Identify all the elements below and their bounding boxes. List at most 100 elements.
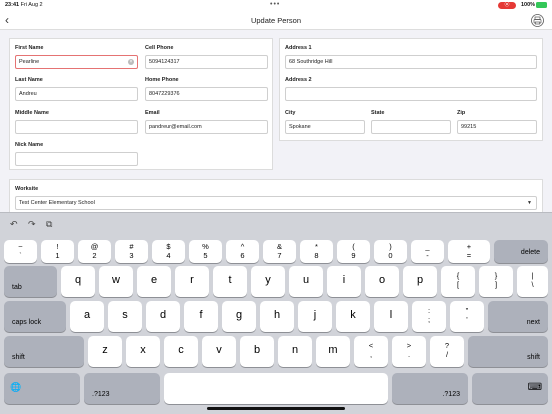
key-s[interactable]: s [108,301,142,332]
key-l[interactable]: l [374,301,408,332]
battery-percent: 100% [521,2,536,8]
last-name-value: Andreu [19,91,37,97]
key-1[interactable]: ! 1 [41,240,74,263]
state-field[interactable] [371,120,451,134]
dropdown-caret-icon: ▼ [527,200,532,206]
screen-record-indicator[interactable]: ⦿ [498,2,516,9]
key-y[interactable]: y [251,266,285,297]
key-b[interactable]: b [240,336,274,367]
key-less-than[interactable]: <, [354,336,388,367]
key-h[interactable]: h [260,301,294,332]
key-g[interactable]: g [222,301,256,332]
key-7[interactable]: & 7 [263,240,296,263]
key-m[interactable]: m [316,336,350,367]
clear-field-icon[interactable]: × [128,59,134,65]
redo-icon[interactable]: ↷ [28,219,36,230]
key-o[interactable]: o [365,266,399,297]
key-v[interactable]: v [202,336,236,367]
key-greater-than[interactable]: >. [392,336,426,367]
email-label: Email [145,110,160,116]
numbers-left-key[interactable]: .?123 [84,373,160,404]
key-r[interactable]: r [175,266,209,297]
key-z[interactable]: z [88,336,122,367]
key-minus[interactable]: _ - [411,240,444,263]
home-phone-field[interactable]: 8047229376 [145,87,268,101]
address-card: Address 1 68 Southridge Hill Address 2 C… [279,38,543,141]
key-pipe[interactable]: | \ [517,266,548,297]
zip-label: Zip [457,110,466,116]
print-icon[interactable] [531,14,544,27]
key-4[interactable]: $4 [152,240,185,263]
first-name-field[interactable]: Pearline × [15,55,138,69]
tab-key[interactable]: tab [4,266,57,297]
shift-right-key[interactable]: shift [468,336,548,367]
nick-name-field[interactable] [15,152,138,166]
key-d[interactable]: d [146,301,180,332]
key-colon[interactable]: :; [412,301,446,332]
key-8[interactable]: * 8 [300,240,333,263]
home-phone-label: Home Phone [145,77,179,83]
keyboard-shortcut-bar: ↶ ↷ ⧉ [0,212,552,236]
last-name-field[interactable]: Andreu [15,87,138,101]
key-tilde[interactable]: ~ ` [4,240,37,263]
middle-name-label: Middle Name [15,110,49,116]
key-a[interactable]: a [70,301,104,332]
key-6[interactable]: ^ 6 [226,240,259,263]
address1-label: Address 1 [285,45,312,51]
city-field[interactable]: Spokane [285,120,365,134]
middle-name-field[interactable] [15,120,138,134]
worksite-select[interactable]: Test Center Elementary School ▼ [15,196,537,210]
battery-icon [536,2,547,8]
email-field[interactable]: pandreur@email.com [145,120,268,134]
key-equals[interactable]: + = [448,240,490,263]
zip-field[interactable]: 99215 [457,120,537,134]
zip-value: 99215 [461,124,477,130]
numbers-right-key[interactable]: .?123 [392,373,468,404]
form-area: First Name Pearline × Cell Phone 5094124… [0,31,552,212]
caps-lock-key[interactable]: caps lock [4,301,66,332]
undo-icon[interactable]: ↶ [10,219,18,230]
key-x[interactable]: x [126,336,160,367]
next-key[interactable]: next [488,301,548,332]
key-9[interactable]: (9 [337,240,370,263]
key-2[interactable]: @2 [78,240,111,263]
key-j[interactable]: j [298,301,332,332]
multitask-dots[interactable]: ••• [270,1,280,8]
key-n[interactable]: n [278,336,312,367]
address2-field[interactable] [285,87,537,101]
address1-field[interactable]: 68 Southridge Hill [285,55,537,69]
cell-phone-field[interactable]: 5094124317 [145,55,268,69]
space-key[interactable] [164,373,388,404]
state-label: State [371,110,385,116]
worksite-label: Worksite [15,186,39,192]
key-5[interactable]: % 5 [189,240,222,263]
key-question[interactable]: ? / [430,336,464,367]
home-indicator[interactable] [207,407,345,410]
hide-keyboard-key[interactable]: ⌨ [472,373,548,404]
paste-icon[interactable]: ⧉ [46,219,52,230]
key-3[interactable]: #3 [115,240,148,263]
address1-value: 68 Southridge Hill [289,59,333,65]
key-e[interactable]: e [137,266,171,297]
home-phone-value: 8047229376 [149,91,180,97]
key-t[interactable]: t [213,266,247,297]
key-p[interactable]: p [403,266,437,297]
shift-left-key[interactable]: shift [4,336,84,367]
key-open-brace[interactable]: {[ [441,266,475,297]
navigation-bar: ‹ Update Person [0,12,552,30]
key-i[interactable]: i [327,266,361,297]
email-value: pandreur@email.com [149,124,202,130]
key-close-brace[interactable]: }] [479,266,513,297]
key-k[interactable]: k [336,301,370,332]
key-quote[interactable]: " ' [450,301,484,332]
globe-key[interactable]: 🌐 [4,373,80,404]
key-c[interactable]: c [164,336,198,367]
key-w[interactable]: w [99,266,133,297]
key-u[interactable]: u [289,266,323,297]
delete-key[interactable]: delete [494,240,548,263]
last-name-label: Last Name [15,77,43,83]
key-0[interactable]: ) 0 [374,240,407,263]
key-f[interactable]: f [184,301,218,332]
city-value: Spokane [289,124,311,130]
key-q[interactable]: q [61,266,95,297]
